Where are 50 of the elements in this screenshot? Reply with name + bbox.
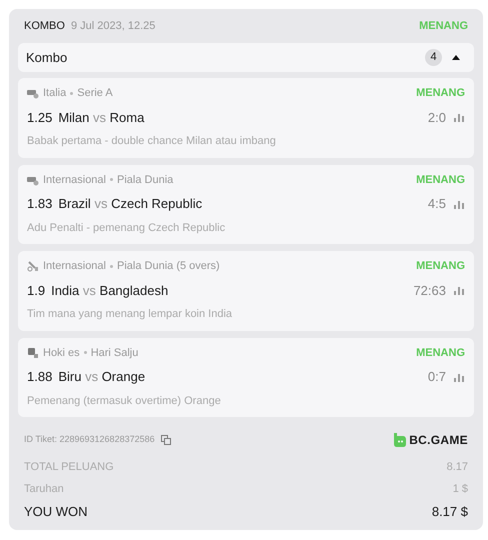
date-text: 9 Jul 2023, 12.25 (70, 18, 156, 34)
market-text: Tim mana yang menang lempar koin India (27, 307, 234, 322)
summary-label: Taruhan (24, 482, 64, 496)
match-text: India vs Bangladesh (51, 282, 168, 300)
odds-text: 1.88 (27, 368, 52, 386)
status-text: MENANG (416, 346, 465, 360)
score-text: 4:5 (428, 195, 446, 213)
league-text: Hari Salju (90, 346, 138, 360)
market-text: Pemenang (termasuk overtime) Orange (27, 394, 222, 408)
brand-text: BC.GAME (409, 432, 468, 449)
odds-text: 1.9 (27, 282, 46, 300)
category-text: Hoki es (43, 346, 80, 360)
copy-icon[interactable] (160, 435, 171, 445)
stats-icon[interactable] (454, 372, 465, 382)
ticket-id-text: ID Tiket: 2289693126828372586 (24, 433, 155, 446)
summary-value: 8.17 $ (432, 503, 468, 521)
summary-value: 1 $ (452, 482, 468, 496)
match-text: Brazil vs Czech Republic (58, 195, 202, 213)
summary-label: TOTAL PELUANG (24, 460, 114, 475)
category-text: Internasional (43, 172, 106, 188)
match-text: Biru vs Orange (58, 368, 146, 386)
combo-toggle[interactable]: Kombo 4 (18, 43, 474, 72)
odds-text: 1.83 (27, 195, 52, 213)
score-text: 72:63 (413, 282, 446, 300)
category-text: Internasional (43, 259, 106, 274)
league-text: Serie A (77, 86, 113, 101)
summary-label: YOU WON (24, 503, 88, 521)
summary-value: 8.17 (446, 460, 468, 475)
sport-icon (27, 87, 39, 100)
hockey-icon (27, 346, 39, 359)
stats-icon[interactable] (454, 112, 465, 122)
match-text: Milan vs Roma (58, 108, 144, 126)
status-text: MENANG (416, 172, 465, 188)
score-text: 0:7 (428, 368, 446, 386)
status-text: MENANG (416, 86, 465, 101)
market-text: Adu Penalti - pemenang Czech Republic (27, 220, 226, 236)
status-text: MENANG (416, 259, 465, 274)
cricket-bat-icon (27, 260, 39, 272)
logo-icon (393, 433, 406, 447)
market-text: Babak pertama - double chance Milan atau imbang (27, 134, 277, 149)
stats-icon[interactable] (454, 285, 465, 296)
category-text: Italia (43, 86, 66, 101)
bet-type-text: KOMBO (24, 18, 65, 34)
odds-text: 1.25 (27, 108, 52, 126)
count-badge: 4 (425, 49, 442, 66)
league-text: Piala Dunia (117, 172, 174, 188)
status-text: MENANG (419, 18, 468, 34)
score-text: 2:0 (428, 108, 446, 126)
stats-icon[interactable] (454, 198, 465, 209)
league-text: Piala Dunia (5 overs) (117, 259, 220, 274)
